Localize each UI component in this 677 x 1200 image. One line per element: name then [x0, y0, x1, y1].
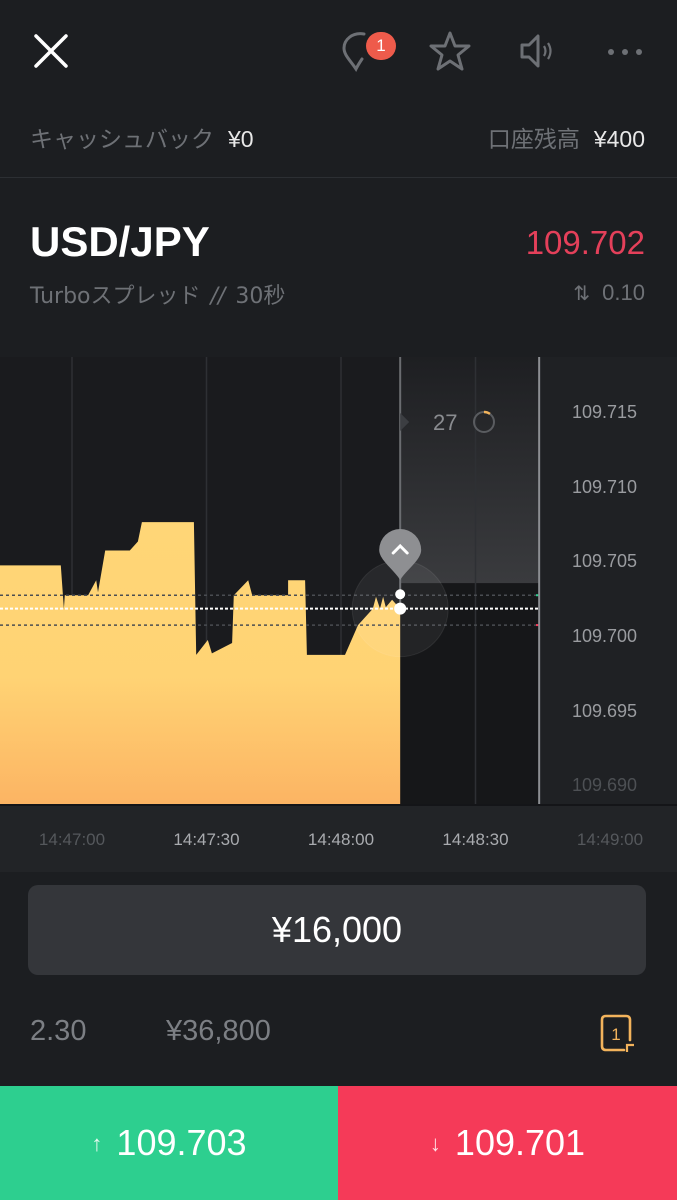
up-arrow-icon: ↑: [91, 1131, 103, 1156]
payout-rate: 2.30: [30, 1015, 87, 1047]
balance-row: キャッシュバック ¥0 口座残高 ¥400: [0, 100, 677, 178]
sell-lower-button[interactable]: ↓ 109.701: [338, 1086, 677, 1200]
account-balance-label: 口座残高: [487, 127, 580, 153]
notification-count-badge: 1: [366, 32, 396, 60]
cashback: キャッシュバック ¥0: [30, 120, 254, 154]
price-area: [0, 522, 401, 804]
sell-price: 109.701: [454, 1122, 586, 1163]
y-tick-label: 109.710: [572, 476, 638, 497]
strike-point: [395, 589, 406, 600]
y-tick-label: 109.715: [572, 402, 638, 423]
y-tick-label: 109.705: [572, 551, 638, 572]
x-tick-label: 14:47:00: [38, 830, 106, 849]
chart-svg[interactable]: [0, 357, 677, 804]
favorite-button[interactable]: [427, 28, 473, 74]
buy-higher-button[interactable]: ↑ 109.703: [0, 1086, 338, 1200]
x-tick-label: 14:48:00: [307, 830, 375, 849]
y-tick-label: 109.700: [572, 626, 638, 646]
payout-amount: ¥36,800: [166, 1015, 271, 1047]
spread-value: 0.10: [602, 280, 645, 305]
account-balance-value: ¥400: [593, 126, 645, 152]
duration-label: 30秒: [235, 284, 286, 309]
trade-mode: Turboスプレッド // 30秒: [30, 278, 285, 310]
x-tick-label: 14:47:30: [173, 830, 240, 849]
star-icon: [429, 31, 471, 71]
price-chart[interactable]: [0, 357, 677, 804]
instrument-pair[interactable]: USD/JPY: [30, 218, 210, 266]
speaker-icon: [520, 34, 552, 68]
x-axis: 14:47:00 14:47:30 14:48:00 14:48:30 14:49:00: [0, 804, 677, 872]
separator: //: [210, 284, 226, 309]
more-icon: [608, 49, 642, 55]
more-button[interactable]: [602, 28, 648, 74]
open-trades-icon: 1: [600, 1014, 634, 1052]
down-arrow-icon: ↓: [429, 1131, 441, 1156]
sound-button[interactable]: [515, 28, 561, 74]
payout-info: 2.30 ¥36,800 1: [0, 1000, 677, 1060]
buy-price: 109.703: [116, 1122, 247, 1163]
current-price: 109.702: [525, 224, 645, 261]
countdown-seconds: 27: [433, 410, 458, 435]
x-tick-label: 14:48:30: [442, 830, 509, 849]
close-button[interactable]: [30, 30, 72, 72]
close-icon: [34, 34, 68, 68]
y-tick-label: 109.690: [572, 775, 638, 796]
svg-text:1: 1: [611, 1025, 620, 1044]
y-tick-label: 109.695: [572, 700, 638, 721]
investment-amount-input[interactable]: ¥16,000: [28, 885, 646, 975]
top-bar: 1: [0, 0, 677, 100]
current-price-point: [394, 602, 407, 615]
cashback-label: キャッシュバック: [30, 127, 214, 153]
mode-label: Turboスプレッド: [30, 284, 201, 309]
up-down-arrows-icon: ⇅: [573, 283, 591, 305]
spread: ⇅ 0.10: [573, 280, 645, 306]
cashback-value: ¥0: [228, 126, 254, 152]
account-balance[interactable]: 口座残高 ¥400: [488, 120, 645, 154]
open-trades-button[interactable]: 1: [596, 1012, 640, 1054]
x-tick-label: 14:49:00: [576, 830, 644, 849]
